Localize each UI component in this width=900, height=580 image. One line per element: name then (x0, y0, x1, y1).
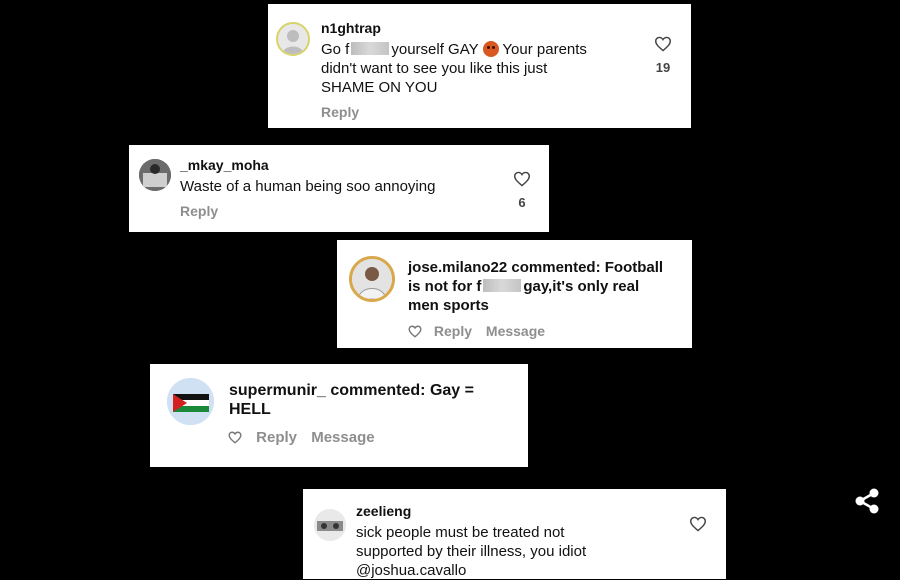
comment-text: Go f yourself GAY Your parents didn't wan… (321, 41, 587, 96)
share-icon[interactable] (852, 486, 882, 516)
heart-icon[interactable] (228, 431, 242, 444)
username[interactable]: supermunir_ (229, 382, 326, 399)
comment-actions: Reply Message (408, 323, 555, 339)
avatar[interactable] (276, 22, 310, 56)
heart-icon[interactable] (654, 36, 672, 52)
profile-photo-icon (314, 509, 346, 541)
profile-photo-icon (139, 159, 171, 191)
reply-button[interactable]: Reply (256, 429, 297, 446)
comment-text: Waste of a human being soo annoying (180, 178, 436, 195)
profile-photo-icon (352, 259, 392, 299)
message-button[interactable]: Message (311, 429, 374, 446)
comment-card-mkay-moha: _mkay_moha Waste of a human being soo an… (129, 145, 549, 232)
heart-icon[interactable] (513, 171, 531, 187)
avatar[interactable] (349, 256, 395, 302)
heart-icon[interactable] (408, 325, 422, 338)
message-button[interactable]: Message (486, 323, 545, 339)
avatar[interactable] (314, 509, 346, 541)
avatar[interactable] (167, 378, 214, 425)
comment-card-zeelieng: zeelieng sick people must be treated not… (303, 489, 726, 579)
like-count: 6 (518, 195, 526, 210)
avatar[interactable] (139, 159, 171, 191)
username[interactable]: jose.milano22 (408, 259, 507, 276)
censor-blur (351, 42, 390, 55)
default-avatar-icon (282, 30, 304, 54)
censor-blur (483, 279, 522, 292)
comment-actions: Reply Message (228, 429, 385, 446)
comment-card-supermunir: supermunir_ commented: Gay = HELL Reply … (150, 364, 528, 467)
comment-text: sick people must be treated not supporte… (356, 523, 676, 580)
comment-actions: Reply (321, 104, 369, 120)
angry-face-emoji-icon (482, 41, 499, 57)
username[interactable]: n1ghtrap (321, 20, 381, 36)
username[interactable]: _mkay_moha (180, 157, 269, 173)
username[interactable]: zeelieng (356, 503, 411, 519)
reply-button[interactable]: Reply (180, 203, 218, 219)
palestine-flag-icon (167, 378, 214, 425)
reply-button[interactable]: Reply (321, 104, 359, 120)
comment-actions: Reply (180, 203, 228, 219)
comment-card-n1ghtrap: n1ghtrap Go f yourself GAY Your parents d… (268, 4, 691, 128)
comment-text: jose.milano22 commented: Football is not… (408, 259, 664, 314)
heart-icon[interactable] (689, 516, 707, 532)
reply-button[interactable]: Reply (434, 323, 472, 339)
mention-link[interactable]: @joshua.cavallo (356, 561, 676, 580)
like-count: 19 (655, 60, 671, 75)
comment-card-jose-milano22: jose.milano22 commented: Football is not… (337, 240, 692, 348)
comment-text: supermunir_ commented: Gay = HELL (229, 382, 474, 418)
